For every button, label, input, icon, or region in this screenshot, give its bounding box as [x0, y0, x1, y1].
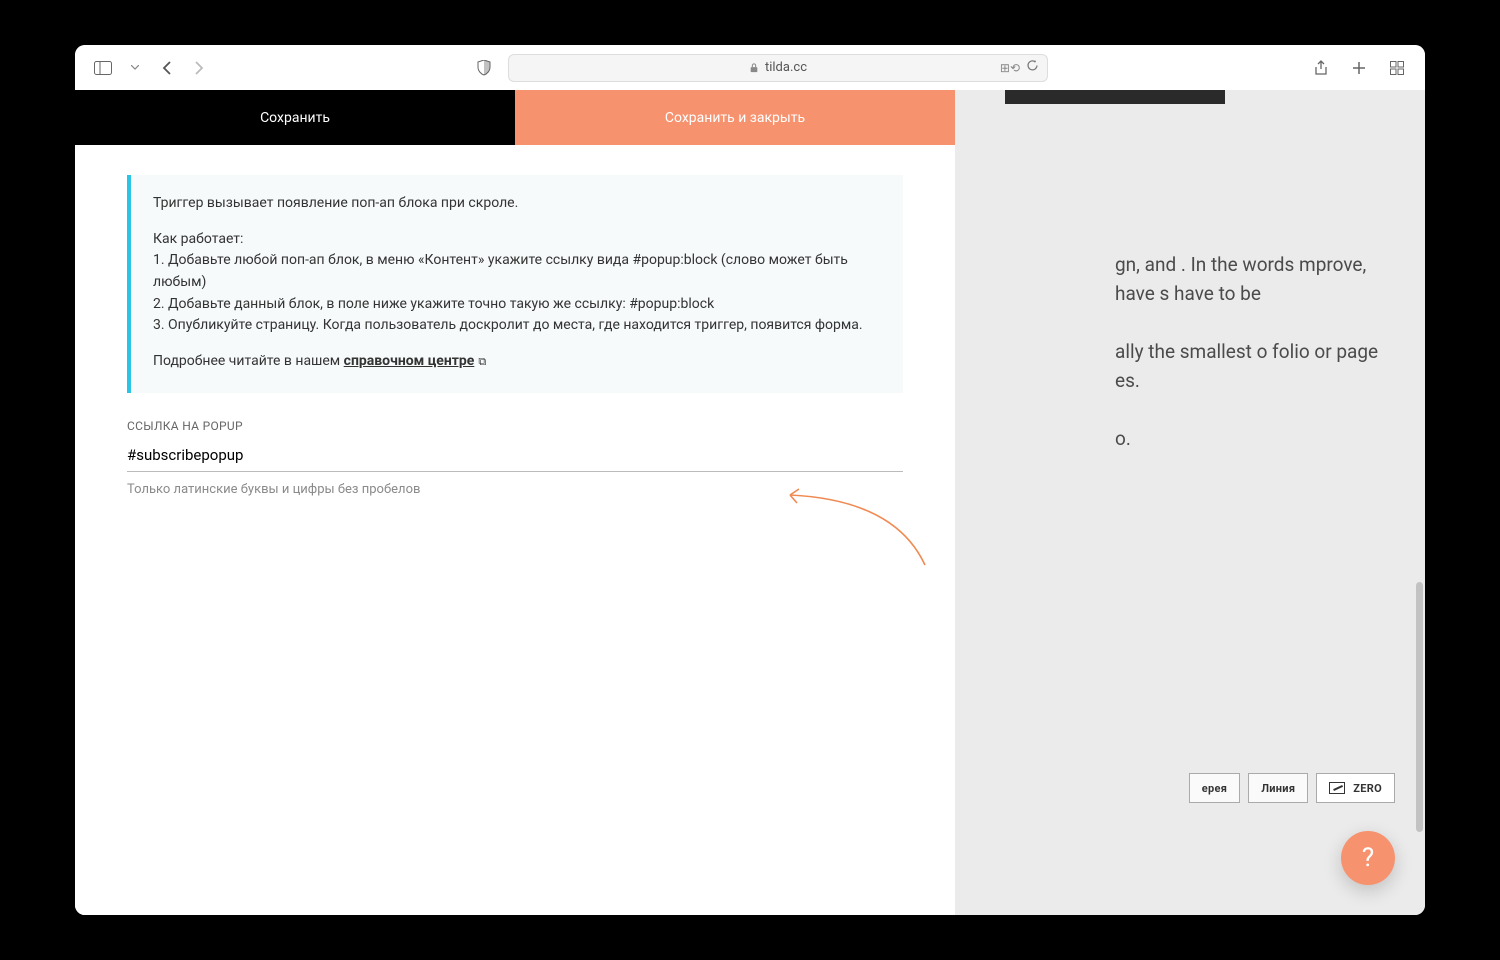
- preview-p1: gn, and . In the words mprove, have s ha…: [1115, 250, 1395, 309]
- tabs-icon[interactable]: [1385, 56, 1409, 80]
- forward-icon[interactable]: [187, 56, 211, 80]
- zero-icon: [1329, 782, 1345, 794]
- zero-block-button[interactable]: ZERO: [1316, 773, 1395, 803]
- toolbar-center: tilda.cc ⊞⟲: [223, 54, 1297, 82]
- plus-icon[interactable]: [1347, 56, 1371, 80]
- save-close-button[interactable]: Сохранить и закрыть: [515, 90, 955, 145]
- line-block-button[interactable]: Линия: [1248, 773, 1308, 803]
- browser-toolbar: tilda.cc ⊞⟲: [75, 45, 1425, 90]
- preview-p2: ally the smallest o folio or page es.: [1115, 337, 1395, 396]
- info-readmore: Подробнее читайте в нашем справочном цен…: [153, 351, 881, 373]
- info-step1: 1. Добавьте любой поп-ап блок, в меню «К…: [153, 252, 848, 290]
- help-center-link[interactable]: справочном центре: [344, 353, 475, 369]
- translate-icon[interactable]: ⊞⟲: [1000, 61, 1020, 75]
- external-link-icon: ⧉: [478, 355, 486, 368]
- preview-image-strip: [1005, 90, 1225, 104]
- panel-header: Сохранить Сохранить и закрыть: [75, 90, 955, 145]
- popup-link-label: ССЫЛКА НА POPUP: [127, 419, 903, 433]
- sidebar-toggle-icon[interactable]: [91, 56, 115, 80]
- url-trailing: ⊞⟲: [1000, 59, 1039, 76]
- toolbar-left: [91, 56, 211, 80]
- info-step2: 2. Добавьте данный блок, в поле ниже ука…: [153, 296, 714, 312]
- info-how-label: Как работает:: [153, 231, 243, 247]
- scrollbar-thumb[interactable]: [1416, 582, 1423, 832]
- share-icon[interactable]: [1309, 56, 1333, 80]
- browser-window: tilda.cc ⊞⟲ Сохран: [75, 45, 1425, 915]
- toolbar-right: [1309, 56, 1409, 80]
- preview-p3: o.: [1115, 424, 1395, 453]
- reload-icon[interactable]: [1026, 59, 1039, 76]
- gallery-block-button[interactable]: ерея: [1189, 773, 1240, 803]
- shield-icon[interactable]: [472, 56, 496, 80]
- settings-panel: Сохранить Сохранить и закрыть Триггер вы…: [75, 90, 955, 915]
- preview-text: gn, and . In the words mprove, have s ha…: [1115, 250, 1395, 481]
- lock-icon: [749, 63, 759, 73]
- back-icon[interactable]: [155, 56, 179, 80]
- url-bar[interactable]: tilda.cc ⊞⟲: [508, 54, 1048, 82]
- popup-link-input[interactable]: [127, 439, 903, 472]
- info-steps: Как работает: 1. Добавьте любой поп-ап б…: [153, 229, 881, 337]
- info-step3: 3. Опубликуйте страницу. Когда пользоват…: [153, 317, 863, 333]
- save-button[interactable]: Сохранить: [75, 90, 515, 145]
- help-fab[interactable]: ?: [1341, 831, 1395, 885]
- info-readmore-text: Подробнее читайте в нашем: [153, 353, 344, 369]
- info-intro: Триггер вызывает появление поп-ап блока …: [153, 193, 881, 215]
- info-box: Триггер вызывает появление поп-ап блока …: [127, 175, 903, 393]
- block-button-row: ерея Линия ZERO: [1189, 773, 1395, 803]
- chevron-down-icon[interactable]: [123, 56, 147, 80]
- url-text: tilda.cc: [765, 60, 807, 75]
- panel-body: Триггер вызывает появление поп-ап блока …: [75, 145, 955, 497]
- zero-label: ZERO: [1353, 782, 1382, 795]
- content-area: Сохранить Сохранить и закрыть Триггер вы…: [75, 90, 1425, 915]
- popup-link-hint: Только латинские буквы и цифры без пробе…: [127, 482, 903, 497]
